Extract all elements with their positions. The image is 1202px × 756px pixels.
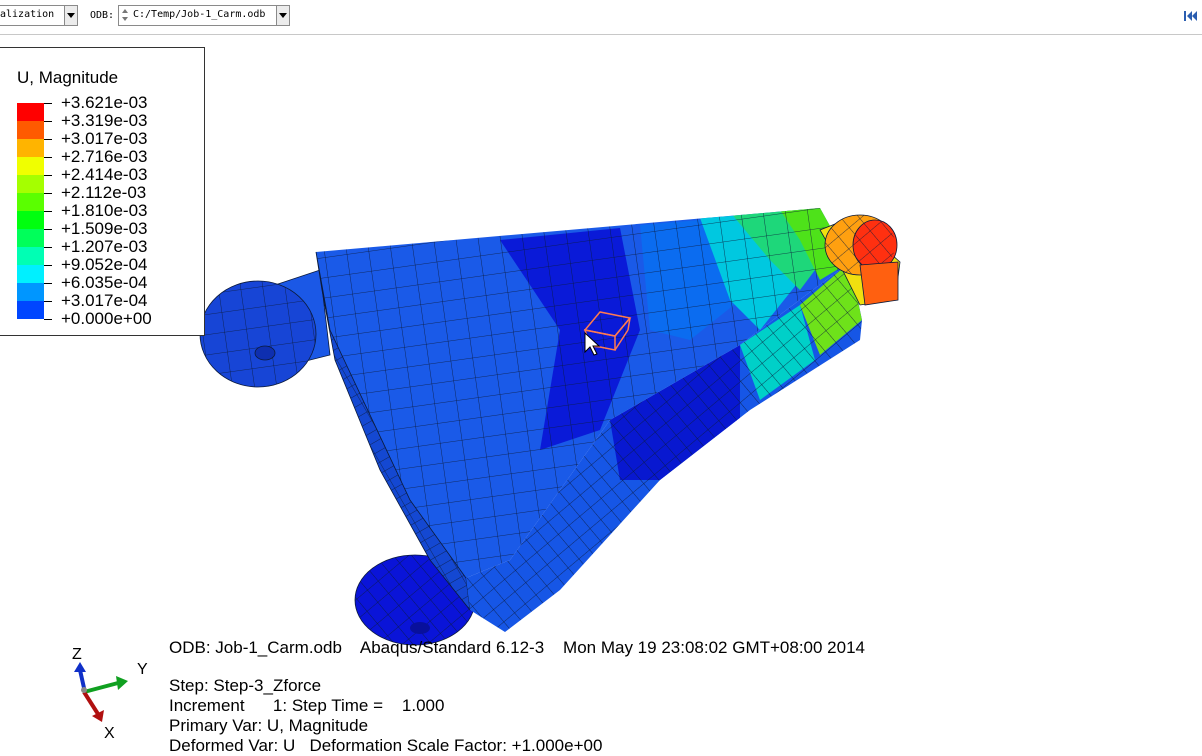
legend-tick bbox=[44, 283, 52, 284]
first-frame-icon[interactable] bbox=[1184, 10, 1198, 22]
legend-value: +3.017e-04 bbox=[61, 291, 148, 310]
view-triad: Z Y X bbox=[60, 640, 160, 751]
legend-color-swatch bbox=[17, 175, 44, 193]
legend-value: +3.017e-03 bbox=[61, 129, 148, 148]
legend-value: +9.052e-04 bbox=[61, 255, 148, 274]
legend-value: +2.716e-03 bbox=[61, 147, 148, 166]
legend-value: +1.207e-03 bbox=[61, 237, 148, 256]
legend-color-swatch bbox=[17, 247, 44, 265]
legend-tick bbox=[44, 121, 52, 122]
odb-label: ODB: bbox=[90, 10, 115, 21]
legend-entry-min: +0.000e+00 bbox=[17, 310, 197, 337]
legend-value: +1.509e-03 bbox=[61, 219, 148, 238]
legend-value: +1.810e-03 bbox=[61, 201, 148, 220]
info-primary-var-line: Primary Var: U, Magnitude bbox=[169, 716, 369, 735]
legend-min-value: +0.000e+00 bbox=[61, 309, 152, 328]
legend-value: +2.112e-03 bbox=[61, 183, 147, 202]
x-axis-label: X bbox=[104, 725, 115, 742]
legend-tick bbox=[44, 211, 52, 212]
y-axis-label: Y bbox=[137, 661, 148, 678]
odb-combo[interactable]: C:/Temp/Job-1_Carm.odb bbox=[118, 5, 290, 26]
legend-color-swatch bbox=[17, 121, 44, 139]
legend-tick bbox=[44, 175, 52, 176]
module-combo-text: alization bbox=[0, 9, 55, 20]
legend-color-swatch bbox=[17, 193, 44, 211]
legend-value: +6.035e-04 bbox=[61, 273, 148, 292]
legend-color-swatch bbox=[17, 301, 44, 319]
info-odb-line: ODB: Job-1_Carm.odb Abaqus/Standard 6.12… bbox=[169, 638, 865, 657]
legend-value: +3.319e-03 bbox=[61, 111, 148, 130]
legend-value: +2.414e-03 bbox=[61, 165, 148, 184]
legend-tick bbox=[44, 157, 52, 158]
legend-tick bbox=[44, 103, 52, 104]
spinner-icon[interactable] bbox=[122, 8, 128, 23]
info-step-line: Step: Step-3_Zforce bbox=[169, 676, 322, 695]
info-increment-line: Increment 1: Step Time = 1.000 bbox=[169, 696, 445, 715]
chevron-down-icon[interactable] bbox=[276, 6, 289, 25]
legend-title: U, Magnitude bbox=[17, 68, 119, 87]
y-axis-arrow bbox=[83, 676, 128, 694]
z-axis-arrow bbox=[74, 662, 86, 689]
legend-color-swatch bbox=[17, 229, 44, 247]
legend-tick bbox=[44, 139, 52, 140]
legend-tick bbox=[44, 193, 52, 194]
legend-tick bbox=[44, 301, 52, 302]
legend-color-swatch bbox=[17, 139, 44, 157]
legend-value: +3.621e-03 bbox=[61, 93, 148, 112]
toolbar: alization ODB: C:/Temp/Job-1_Carm.odb bbox=[0, 0, 1202, 35]
legend-color-swatch bbox=[17, 283, 44, 301]
odb-path-text: C:/Temp/Job-1_Carm.odb bbox=[133, 9, 266, 20]
legend-color-swatch bbox=[17, 103, 44, 121]
legend-tick bbox=[44, 229, 52, 230]
legend-tick bbox=[44, 247, 52, 248]
chevron-down-icon[interactable] bbox=[64, 6, 77, 25]
legend-color-swatch bbox=[17, 211, 44, 229]
upper-left-lug[interactable] bbox=[199, 269, 331, 388]
legend-color-swatch bbox=[17, 157, 44, 175]
legend-color-swatch bbox=[17, 265, 44, 283]
legend-tick bbox=[44, 265, 52, 266]
info-deformed-var-line: Deformed Var: U Deformation Scale Factor… bbox=[169, 736, 603, 755]
visualization-module-combo[interactable]: alization bbox=[0, 5, 78, 26]
x-axis-arrow bbox=[82, 690, 104, 722]
z-axis-label: Z bbox=[72, 646, 82, 663]
contour-legend[interactable]: U, Magnitude +3.621e-03 +3.319e-03 +3.017e… bbox=[0, 47, 205, 336]
